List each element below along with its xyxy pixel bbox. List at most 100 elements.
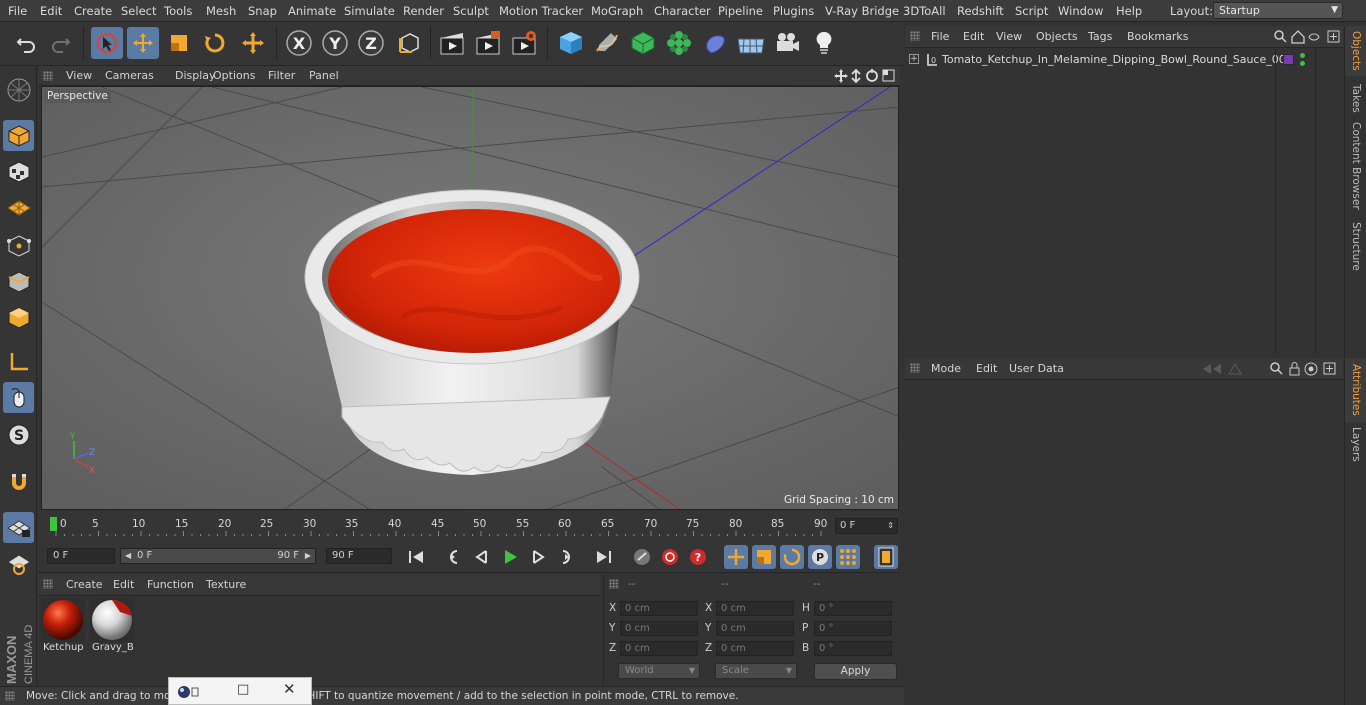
deformer-icon[interactable]: [699, 27, 731, 59]
spinner-icon[interactable]: ⇕: [887, 519, 894, 533]
render-settings-icon[interactable]: [508, 27, 540, 59]
position-y-field[interactable]: 0 cm: [620, 621, 698, 636]
locked-workplane-icon[interactable]: [3, 548, 34, 579]
menu-animate[interactable]: Animate: [288, 4, 336, 18]
start-frame-field[interactable]: 0 F: [47, 548, 115, 564]
prev-keyframe-icon[interactable]: [442, 545, 466, 569]
object-menu-edit[interactable]: Edit: [963, 30, 984, 43]
tab-takes[interactable]: Takes: [1345, 78, 1366, 118]
rotation-h-field[interactable]: 0 °: [814, 601, 892, 616]
menu-snap[interactable]: Snap: [248, 4, 277, 18]
model-mode-icon[interactable]: [3, 120, 34, 151]
menu-mesh[interactable]: Mesh: [206, 4, 236, 18]
keyframe-selection-icon[interactable]: ?: [686, 545, 710, 569]
scale-key-icon[interactable]: [752, 545, 776, 569]
tab-structure[interactable]: Structure: [1345, 216, 1366, 276]
menu-render[interactable]: Render: [403, 4, 444, 18]
menu-tools[interactable]: Tools: [164, 4, 192, 18]
material-gravy-bowl[interactable]: Gravy_Bo: [90, 598, 134, 656]
floor-icon[interactable]: [735, 27, 767, 59]
redo-icon[interactable]: [45, 27, 77, 59]
timeline[interactable]: 0 5 10 15 20 25 30 35 40 45 50 55 60 65 …: [38, 511, 900, 541]
object-manager-icons[interactable]: [1273, 29, 1341, 45]
object-menu-view[interactable]: View: [996, 30, 1022, 43]
menu-window[interactable]: Window: [1058, 4, 1103, 18]
live-selection-icon[interactable]: [91, 27, 123, 59]
attribute-menu-edit[interactable]: Edit: [976, 362, 997, 375]
edges-mode-icon[interactable]: [3, 266, 34, 297]
menu-sculpt[interactable]: Sculpt: [453, 4, 489, 18]
prev-frame-icon[interactable]: [470, 545, 494, 569]
snap-icon[interactable]: S: [3, 419, 34, 450]
viewport-menu-view[interactable]: View: [66, 69, 92, 82]
size-y-field[interactable]: 0 cm: [716, 621, 794, 636]
viewport-camera-label[interactable]: Perspective: [44, 89, 111, 103]
coordinate-space-select[interactable]: World ▼: [618, 663, 700, 679]
menu-mograph[interactable]: MoGraph: [591, 4, 643, 18]
apply-button[interactable]: Apply: [814, 663, 897, 680]
expand-icon[interactable]: +: [909, 54, 919, 64]
magnet-icon[interactable]: [3, 466, 34, 497]
pen-spline-icon[interactable]: [591, 27, 623, 59]
size-z-field[interactable]: 0 cm: [716, 641, 794, 656]
timeline-ruler[interactable]: 0 5 10 15 20 25 30 35 40 45 50 55 60 65 …: [48, 514, 828, 536]
parameter-key-icon[interactable]: P: [808, 545, 832, 569]
viewport-menu-options[interactable]: Options: [213, 69, 255, 82]
play-icon[interactable]: [498, 545, 522, 569]
maximize-icon[interactable]: □: [237, 682, 249, 697]
recent-tool-icon[interactable]: [237, 27, 269, 59]
material-menu-edit[interactable]: Edit: [113, 578, 134, 591]
next-keyframe-icon[interactable]: [554, 545, 578, 569]
next-frame-icon[interactable]: [526, 545, 550, 569]
cube-icon[interactable]: [555, 27, 587, 59]
points-mode-icon[interactable]: [3, 230, 34, 261]
x-axis-lock-icon[interactable]: X: [283, 27, 315, 59]
current-frame-field[interactable]: 0 F ⇕: [835, 518, 898, 534]
layer-color-swatch[interactable]: [1283, 54, 1294, 65]
menu-character[interactable]: Character: [654, 4, 711, 18]
size-mode-select[interactable]: Scale ▼: [715, 663, 797, 679]
attribute-nav-icons[interactable]: [1201, 361, 1341, 377]
menu-3dtoall[interactable]: 3DToAll: [903, 4, 946, 18]
viewport-menu-panel[interactable]: Panel: [309, 69, 339, 82]
position-x-field[interactable]: 0 cm: [620, 601, 698, 616]
viewport-nav-icons[interactable]: [834, 68, 898, 84]
move-icon[interactable]: [127, 27, 159, 59]
layout-select[interactable]: Startup ▼: [1213, 2, 1343, 19]
z-axis-lock-icon[interactable]: Z: [355, 27, 387, 59]
workplane-lock-icon[interactable]: [3, 512, 34, 543]
viewport-menu-display[interactable]: Display: [175, 69, 216, 82]
frame-range-slider[interactable]: ◀ 0 F 90 F ▶: [120, 548, 316, 564]
material-menu-texture[interactable]: Texture: [206, 578, 246, 591]
camera-icon[interactable]: [771, 27, 803, 59]
menu-create[interactable]: Create: [74, 4, 112, 18]
perspective-viewport[interactable]: Y Z X Perspective Grid Spacing : 10 cm: [41, 86, 899, 510]
menu-edit[interactable]: Edit: [40, 4, 62, 18]
menu-script[interactable]: Script: [1015, 4, 1048, 18]
menu-vray-bridge[interactable]: V-Ray Bridge: [825, 4, 899, 18]
tab-attributes[interactable]: Attributes: [1345, 358, 1366, 422]
coordinate-system-icon[interactable]: [393, 27, 425, 59]
rotate-icon[interactable]: [199, 27, 231, 59]
subdivision-icon[interactable]: [627, 27, 659, 59]
render-view-icon[interactable]: [436, 27, 468, 59]
rotation-key-icon[interactable]: [780, 545, 804, 569]
menu-select[interactable]: Select: [121, 4, 156, 18]
goto-start-icon[interactable]: [404, 545, 428, 569]
menu-motion-tracker[interactable]: Motion Tracker: [499, 4, 583, 18]
tab-objects[interactable]: Objects: [1345, 26, 1366, 76]
material-ketchup[interactable]: Ketchup: [41, 598, 85, 656]
autokey-icon[interactable]: [658, 545, 682, 569]
render-visibility-dot[interactable]: [1300, 61, 1305, 66]
rotation-p-field[interactable]: 0 °: [814, 621, 892, 636]
texture-mode-icon[interactable]: [3, 156, 34, 187]
object-menu-bookmarks[interactable]: Bookmarks: [1127, 30, 1188, 43]
material-menu-function[interactable]: Function: [147, 578, 194, 591]
goto-end-icon[interactable]: [592, 545, 616, 569]
record-keys-icon[interactable]: [630, 545, 654, 569]
tab-layers[interactable]: Layers: [1345, 424, 1366, 464]
light-icon[interactable]: [808, 27, 840, 59]
render-picture-viewer-icon[interactable]: [472, 27, 504, 59]
make-editable-icon[interactable]: [3, 74, 34, 105]
scale-icon[interactable]: [163, 27, 195, 59]
